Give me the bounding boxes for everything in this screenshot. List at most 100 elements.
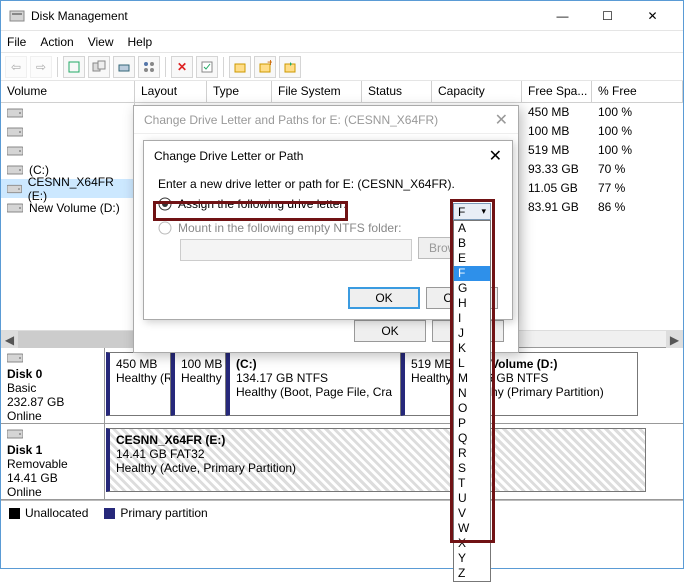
maximize-button[interactable]: ☐ (585, 2, 630, 30)
pct-free: 77 % (592, 179, 683, 198)
toolbar-btn-9[interactable] (279, 56, 301, 78)
dialog2-title: Change Drive Letter or Path (154, 149, 303, 163)
legend-primary: Primary partition (104, 506, 207, 520)
drive-letter-option[interactable]: T (454, 476, 490, 491)
chevron-down-icon: ▾ (481, 206, 486, 217)
volume-row[interactable] (1, 122, 134, 141)
volume-row[interactable] (1, 141, 134, 160)
drive-letter-option[interactable]: H (454, 296, 490, 311)
toolbar-btn-4[interactable] (138, 56, 160, 78)
col-layout[interactable]: Layout (135, 81, 207, 102)
col-type[interactable]: Type (207, 81, 272, 102)
volume-row[interactable]: CESNN_X64FR (E:) (1, 179, 134, 198)
dialog2-ok-button[interactable]: OK (348, 287, 420, 309)
drive-letter-option[interactable]: X (454, 536, 490, 551)
scroll-left-icon[interactable]: ◀ (1, 331, 18, 348)
disk-mgmt-icon (9, 8, 25, 24)
scroll-thumb[interactable] (18, 331, 148, 348)
free-space: 93.33 GB (522, 160, 592, 179)
drive-letter-option[interactable]: O (454, 401, 490, 416)
drive-letter-option[interactable]: P (454, 416, 490, 431)
drive-letter-option[interactable]: N (454, 386, 490, 401)
disk-info[interactable]: Disk 0Basic232.87 GBOnline (1, 348, 105, 423)
drive-letter-option[interactable]: Q (454, 431, 490, 446)
legend: Unallocated Primary partition (1, 500, 683, 524)
titlebar: Disk Management — ☐ ✕ (1, 1, 683, 31)
partition[interactable]: (C:)134.17 GB NTFSHealthy (Boot, Page Fi… (226, 352, 401, 416)
disk-info[interactable]: Disk 1Removable14.41 GBOnline (1, 424, 105, 499)
radio-assign-label[interactable]: Assign the following drive letter: (178, 197, 347, 211)
volume-row[interactable] (1, 103, 134, 122)
partition[interactable]: CESNN_X64FR (E:)14.41 GB FAT32Healthy (A… (106, 428, 646, 492)
drive-letter-option[interactable]: G (454, 281, 490, 296)
drive-letter-select[interactable]: F ▾ (453, 203, 491, 220)
back-button[interactable]: ⇦ (5, 56, 27, 78)
menu-file[interactable]: File (7, 35, 26, 49)
volume-row[interactable]: New Volume (D:) (1, 198, 134, 217)
disk-row: Disk 1Removable14.41 GBOnlineCESNN_X64FR… (1, 424, 683, 500)
drive-letter-option[interactable]: V (454, 506, 490, 521)
drive-letter-option[interactable]: K (454, 341, 490, 356)
col-volume[interactable]: Volume (1, 81, 135, 102)
scroll-right-icon[interactable]: ▶ (666, 331, 683, 348)
toolbar-btn-6[interactable] (196, 56, 218, 78)
free-space: 519 MB (522, 141, 592, 160)
toolbar-btn-8[interactable]: + (254, 56, 276, 78)
drive-letter-option[interactable]: B (454, 236, 490, 251)
partition[interactable]: 100 MBHealthy ( (171, 352, 226, 416)
drive-letter-option[interactable]: S (454, 461, 490, 476)
toolbar-btn-3[interactable] (113, 56, 135, 78)
radio-assign-icon[interactable] (158, 197, 172, 211)
drive-letter-option[interactable]: A (454, 221, 490, 236)
dialog1-ok-button[interactable]: OK (354, 320, 426, 342)
col-capacity[interactable]: Capacity (432, 81, 522, 102)
dialog2-close-icon[interactable]: ✕ (489, 146, 502, 166)
partition[interactable]: 519 MBHealthy (401, 352, 453, 416)
forward-button[interactable]: ⇨ (30, 56, 52, 78)
menubar: File Action View Help (1, 31, 683, 53)
pct-free: 86 % (592, 198, 683, 217)
drive-letter-option[interactable]: E (454, 251, 490, 266)
drive-letter-option[interactable]: L (454, 356, 490, 371)
menu-help[interactable]: Help (128, 35, 153, 49)
volume-name: New Volume (D:) (29, 201, 120, 215)
close-button[interactable]: ✕ (630, 2, 675, 30)
drive-letter-option[interactable]: J (454, 326, 490, 341)
menu-action[interactable]: Action (40, 35, 73, 49)
col-freespace[interactable]: Free Spa... (522, 81, 592, 102)
drive-letter-option[interactable]: Z (454, 566, 490, 581)
free-space: 11.05 GB (522, 179, 592, 198)
delete-icon[interactable]: ✕ (171, 56, 193, 78)
drive-letter-option[interactable]: F (454, 266, 490, 281)
col-status[interactable]: Status (362, 81, 432, 102)
pct-free: 100 % (592, 141, 683, 160)
drive-letter-option[interactable]: I (454, 311, 490, 326)
disk-pane: Disk 0Basic232.87 GBOnline450 MBHealthy … (1, 347, 683, 500)
window-title: Disk Management (31, 9, 540, 23)
radio-mount-icon[interactable] (158, 221, 172, 235)
free-space: 83.91 GB (522, 198, 592, 217)
toolbar-btn-2[interactable] (88, 56, 110, 78)
free-space: 450 MB (522, 103, 592, 122)
minimize-button[interactable]: — (540, 2, 585, 30)
toolbar-btn-7[interactable] (229, 56, 251, 78)
svg-text:+: + (267, 60, 272, 69)
drive-letter-option[interactable]: R (454, 446, 490, 461)
drive-letter-options[interactable]: ABEFGHIJKLMNOPQRSTUVWXYZ (453, 220, 491, 582)
column-headers: Volume Layout Type File System Status Ca… (1, 81, 683, 103)
drive-letter-option[interactable]: M (454, 371, 490, 386)
partition[interactable]: 450 MBHealthy (Rec (106, 352, 171, 416)
drive-letter-option[interactable]: W (454, 521, 490, 536)
drive-letter-option[interactable]: Y (454, 551, 490, 566)
toolbar-btn-1[interactable] (63, 56, 85, 78)
dialog2-prompt: Enter a new drive letter or path for E: … (158, 177, 498, 191)
disk-row: Disk 0Basic232.87 GBOnline450 MBHealthy … (1, 348, 683, 424)
menu-view[interactable]: View (88, 35, 114, 49)
pct-free: 70 % (592, 160, 683, 179)
drive-letter-option[interactable]: U (454, 491, 490, 506)
col-fs[interactable]: File System (272, 81, 362, 102)
dialog1-close-icon[interactable]: ✕ (495, 110, 508, 130)
dialog1-title: Change Drive Letter and Paths for E: (CE… (144, 113, 438, 127)
toolbar: ⇦ ⇨ ✕ + (1, 53, 683, 81)
col-pctfree[interactable]: % Free (592, 81, 683, 102)
